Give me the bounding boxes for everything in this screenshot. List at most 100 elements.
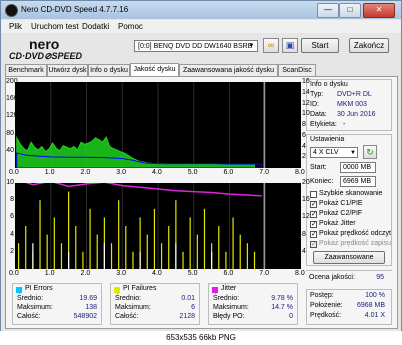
speed-value: 4.01 X: [364, 312, 385, 319]
show-jitter-checkbox[interactable]: ✓: [310, 221, 317, 228]
speed-label: Prędkość:: [310, 312, 342, 319]
show-write-speed-label: Pokaż prędkość zapisu: [319, 240, 391, 247]
top-x-tick: 6.0: [223, 169, 234, 176]
disc-label-value: -: [343, 121, 346, 128]
pi-errors-stats: PI Errors Średnio: 19.69 Maksimum: 138 C…: [12, 283, 102, 325]
pi-errors-max-label: Maksimum:: [17, 304, 53, 311]
pi-failures-max-value: 6: [191, 304, 195, 311]
refresh-button[interactable]: ↻: [363, 145, 377, 159]
progress-label: Postęp:: [310, 292, 334, 299]
show-jitter-label: Pokaż Jitter: [319, 220, 356, 227]
pi-failures-max-label: Maksimum:: [115, 304, 151, 311]
settings-group: Ustawienia 4 X CLV ▼ ↻ Start: 0000 MB Ko…: [306, 134, 392, 266]
bottom-x-tick: 4.0: [152, 270, 162, 277]
minimize-button[interactable]: —: [317, 3, 339, 18]
window-title: Nero CD-DVD Speed 4.7.7.16: [21, 5, 129, 14]
bottom-y-right-tick: 16: [302, 196, 310, 204]
jitter-title: Jitter: [221, 285, 237, 292]
show-read-speed-label: Pokaż prędkość odczyt: [319, 230, 391, 237]
menu-uruchom-test[interactable]: Uruchom test: [31, 22, 79, 31]
pi-errors-chart: [15, 82, 301, 168]
show-c2-pif-checkbox[interactable]: ✓: [310, 211, 317, 218]
top-y-left-tick: 120: [6, 112, 18, 120]
jitter-stats: Jitter Średnio: 9.78 % Maksimum: 14.7 % …: [208, 283, 298, 325]
end-input[interactable]: 6969 MB: [340, 176, 376, 187]
bottom-y-left-tick: 2: [10, 247, 14, 255]
top-y-right-tick: 12: [302, 99, 310, 107]
tab-benchmark[interactable]: Benchmark: [5, 64, 47, 76]
tab-utworz-dysk[interactable]: Utwórz dysk: [47, 64, 88, 76]
show-c1-pie-checkbox[interactable]: ✓: [310, 201, 317, 208]
bottom-x-tick: 0.0: [9, 270, 19, 277]
menu-bar: Plik Uruchom test Dodatki Pomoc: [1, 20, 401, 33]
tab-info-o-dysku[interactable]: Info o dysku: [88, 64, 130, 76]
save-button[interactable]: ▣: [282, 38, 298, 53]
disc-date-value: 30 Jun 2016: [337, 111, 376, 118]
maximize-button[interactable]: □: [339, 3, 361, 18]
drive-select-value: [0:0] BENQ DVD DD DW1640 BSRB: [138, 43, 253, 50]
menu-pomoc[interactable]: Pomoc: [118, 22, 143, 31]
end-label: Koniec:: [310, 178, 334, 185]
speed-select-value: 4 X CLV: [313, 149, 339, 156]
settings-title: Ustawienia: [310, 136, 345, 143]
top-x-tick: 4.0: [152, 169, 162, 176]
tab-jakosc-dysku[interactable]: Jakość dysku: [130, 63, 179, 77]
top-y-right-tick: 2: [302, 153, 306, 161]
refresh-icon: ↻: [366, 147, 374, 157]
close-window-button[interactable]: ✕: [363, 3, 395, 18]
svg-text:CD·DVD⊘SPEED: CD·DVD⊘SPEED: [9, 51, 83, 61]
quality-panel: Info o dysku Typ: DVD+R DL ID: MKM 003 D…: [5, 76, 398, 329]
tab-zaawansowana-jakosc[interactable]: Zaawansowana jakość dysku: [179, 64, 278, 76]
app-window: Nero CD-DVD Speed 4.7.7.16 — □ ✕ Plik Ur…: [0, 0, 402, 332]
bottom-y-right-tick: 20: [302, 179, 310, 186]
pi-errors-avg-label: Średnio:: [17, 295, 44, 302]
show-write-speed-checkbox[interactable]: ✓: [310, 241, 317, 248]
start-button[interactable]: Start: [301, 38, 339, 53]
quick-scan-checkbox[interactable]: [310, 191, 317, 198]
top-x-tick: 7.0: [259, 169, 269, 176]
start-label: Start:: [310, 164, 327, 171]
app-icon: [5, 4, 18, 17]
nero-logo: nero CD·DVD⊘SPEED: [9, 37, 83, 61]
bottom-y-left-tick: 8: [10, 196, 14, 204]
top-x-tick: 0.0: [9, 169, 19, 176]
top-y-left-tick: 40: [6, 146, 14, 154]
menu-dodatki[interactable]: Dodatki: [82, 22, 109, 31]
chevron-down-icon: ▼: [350, 150, 356, 156]
pi-failures-avg-value: 0.01: [181, 295, 195, 302]
start-input[interactable]: 0000 MB: [340, 162, 376, 173]
jitter-legend-swatch: [212, 287, 218, 293]
menu-plik[interactable]: Plik: [9, 22, 22, 31]
show-c2-pif-label: Pokaż C2/PIF: [319, 210, 363, 217]
bottom-y-left-tick: 6: [10, 213, 14, 221]
speed-select[interactable]: 4 X CLV ▼: [310, 147, 358, 158]
jitter-avg-value: 9.78 %: [271, 295, 293, 302]
bottom-x-tick: 5.0: [187, 270, 198, 277]
bottom-jitter-line: [25, 183, 262, 197]
show-read-speed-checkbox[interactable]: ✓: [310, 231, 317, 238]
disc-date-label: Data:: [310, 111, 327, 118]
title-bar: Nero CD-DVD Speed 4.7.7.16 — □ ✕: [1, 1, 401, 19]
floppy-icon: ▣: [285, 40, 295, 50]
bottom-y-left-tick: 10: [6, 179, 14, 186]
jitter-max-value: 14.7 %: [271, 304, 293, 311]
top-y-left-tick: 160: [6, 95, 18, 103]
tab-scandisc[interactable]: ScanDisc: [278, 64, 316, 76]
pi-errors-max-value: 138: [85, 304, 97, 311]
eject-button[interactable]: ∞: [263, 38, 279, 53]
pi-failures-stats: PI Failures Średnio: 0.01 Maksimum: 6 Ca…: [110, 283, 200, 325]
progress-group: Postęp: 100 % Położenie: 6968 MB Prędkoś…: [306, 289, 392, 325]
top-x-tick: 2.0: [80, 169, 91, 176]
disc-type-label: Typ:: [310, 91, 324, 98]
chevron-down-icon: ▼: [248, 43, 255, 49]
bottom-x-tick: 3.0: [116, 270, 126, 277]
close-app-button[interactable]: Zakończ: [349, 38, 389, 53]
top-y-right-tick: 10: [302, 110, 310, 118]
position-value: 6968 MB: [356, 302, 385, 309]
bottom-x-tick: 8.0: [295, 270, 305, 277]
advanced-button[interactable]: Zaawansowane: [313, 251, 385, 264]
drive-select[interactable]: [0:0] BENQ DVD DD DW1640 BSRB ▼: [134, 40, 258, 52]
bottom-y-right-tick: 4: [302, 247, 306, 255]
po-errors-value: 0: [289, 313, 293, 320]
top-y-left-tick: 80: [6, 129, 14, 137]
